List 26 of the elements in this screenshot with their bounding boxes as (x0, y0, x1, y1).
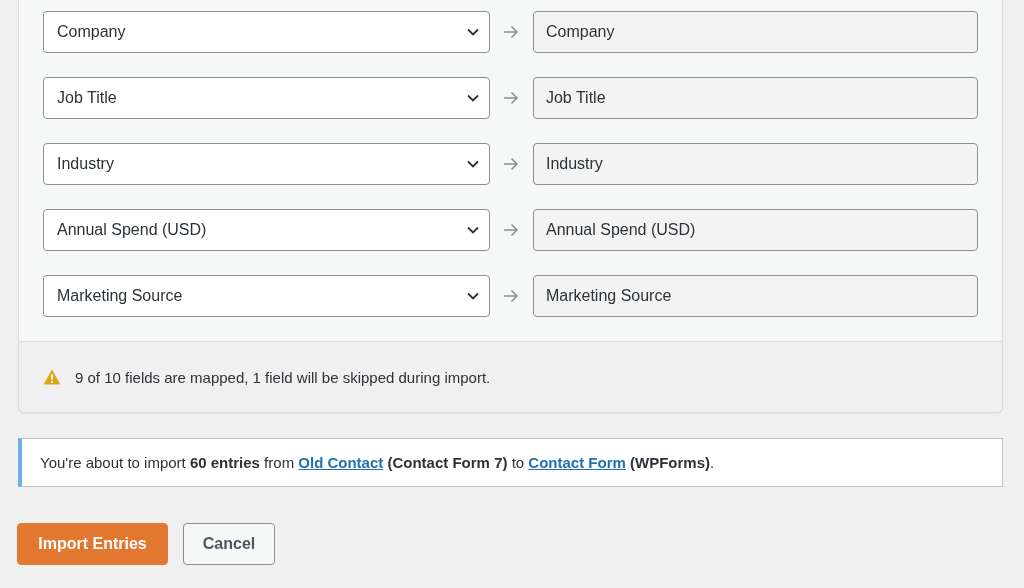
input-field[interactable]: Annual Spend (USD) (532, 209, 978, 251)
arrow-icon (503, 25, 519, 39)
notice-text: You're about to import 60 entries from Old Contact (Contact Form 7) to Contact Form (WPForms). (40, 454, 715, 471)
warning-icon (43, 369, 61, 385)
dropdown[interactable]: Marketing Source (43, 275, 491, 317)
caret-icon (467, 292, 480, 300)
warning-text: 9 of 10 fields are mapped, 1 field will be skipped during import. (75, 368, 491, 386)
cancel-button[interactable]: Cancel (183, 523, 275, 565)
input-field[interactable]: Job Title (532, 77, 978, 119)
arrow-icon (503, 157, 519, 171)
dropdown[interactable]: Annual Spend (USD) (43, 209, 491, 251)
link[interactable]: Contact Form (528, 454, 626, 471)
arrow-icon (503, 289, 519, 303)
dropdown[interactable]: Company (43, 11, 491, 53)
dropdown[interactable]: Job Title (43, 77, 491, 119)
link[interactable]: Old Contact (298, 454, 384, 471)
input-field[interactable]: Industry (532, 143, 978, 185)
arrow-icon (503, 91, 519, 105)
caret-icon (467, 28, 480, 36)
dropdown[interactable]: Industry (43, 143, 491, 185)
caret-icon (467, 160, 480, 168)
caret-icon (467, 94, 480, 102)
input-field[interactable]: Company (532, 11, 978, 53)
input-field[interactable]: Marketing Source (532, 275, 978, 317)
caret-icon (467, 226, 480, 234)
arrow-icon (503, 223, 519, 237)
